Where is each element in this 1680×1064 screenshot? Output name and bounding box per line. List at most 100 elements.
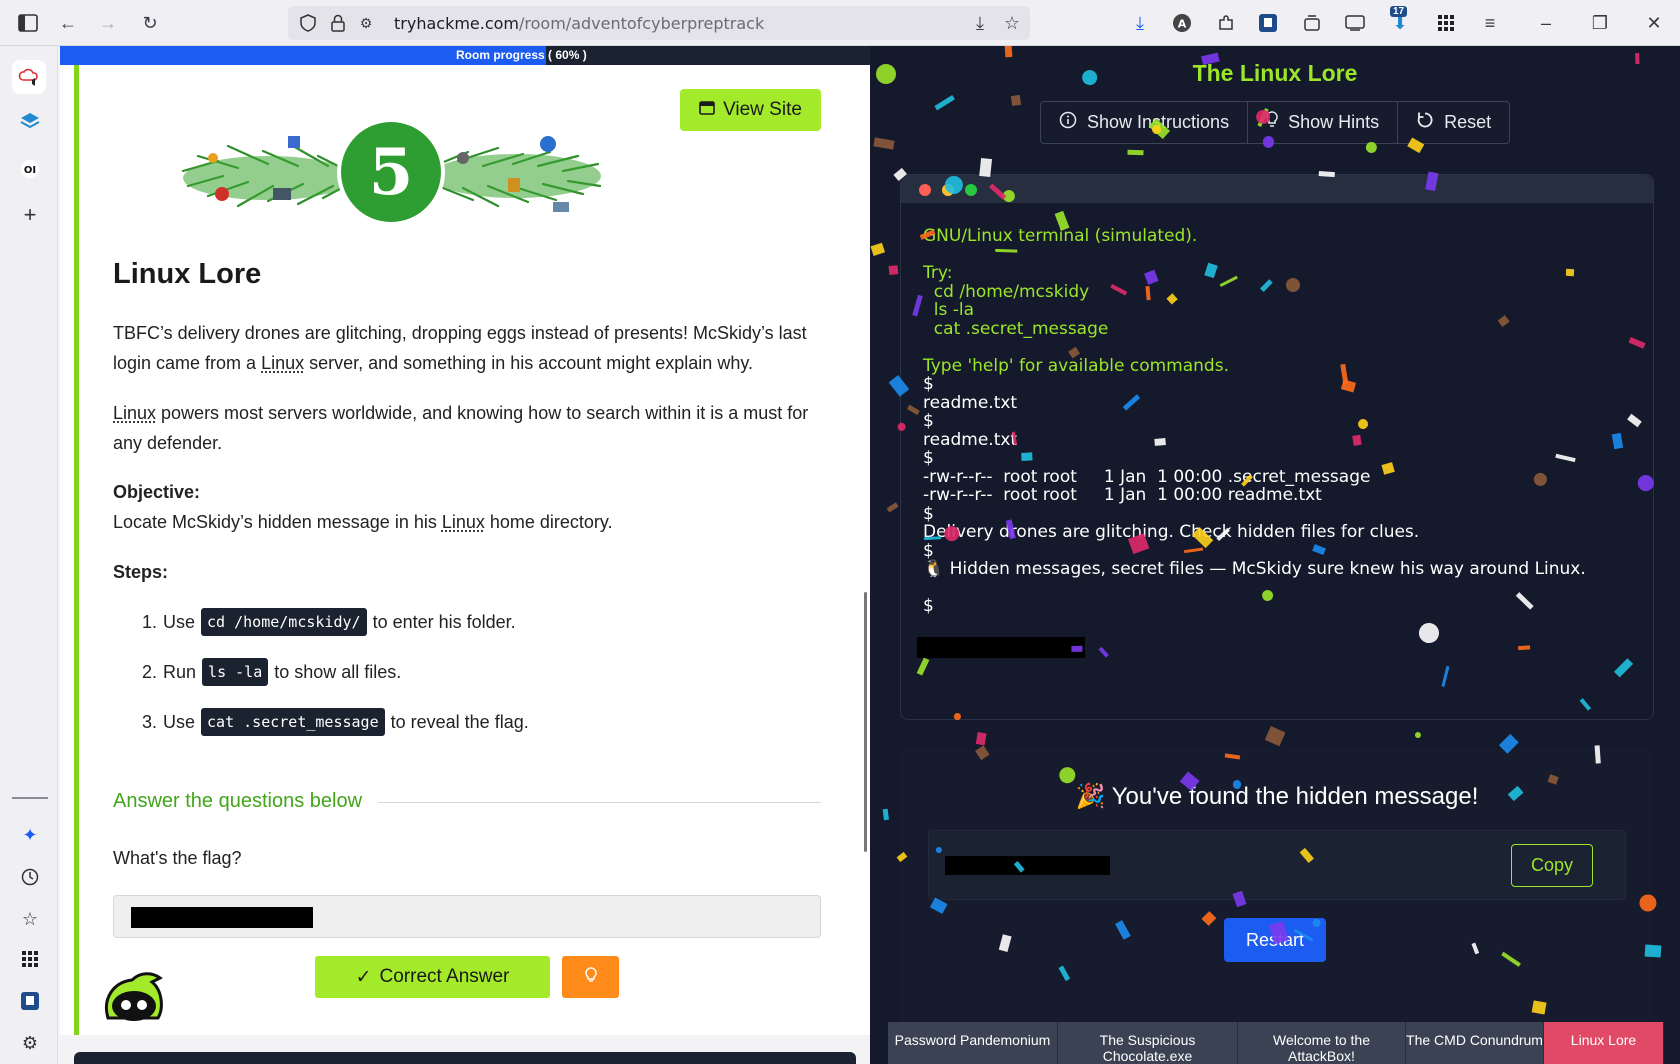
correct-answer-button[interactable]: ✓ Correct Answer [315, 956, 550, 998]
terminal-line: $ [923, 540, 934, 561]
linux-lore-site: The Linux Lore Show Instructions Show Hi… [870, 46, 1680, 1064]
task-tab[interactable]: Welcome to the AttackBox! [1238, 1022, 1406, 1064]
reload-icon[interactable]: ↻ [138, 11, 162, 35]
downloads-icon[interactable]: ⤓ [1128, 11, 1152, 35]
linux-term-link[interactable]: Linux [261, 353, 304, 373]
confetti-piece [1071, 645, 1083, 652]
confetti-piece [979, 157, 993, 177]
minimize-icon[interactable]: – [1534, 11, 1558, 35]
step-item: 1. Use cd /home/mcskidy/ to enter his fo… [142, 607, 516, 637]
copy-flag-button[interactable]: Copy [1511, 844, 1593, 887]
cloud-audio-icon[interactable] [12, 60, 46, 94]
lore-title: The Linux Lore [1192, 60, 1358, 86]
found-title: 🎉 You've found the hidden message! [1075, 783, 1479, 810]
view-site-label: View Site [723, 99, 802, 120]
lock-icon[interactable] [326, 11, 350, 35]
add-panel-icon[interactable]: + [17, 202, 43, 228]
settings-gear-icon[interactable]: ⚙ [17, 1030, 43, 1056]
extensions-icon[interactable] [1214, 11, 1238, 35]
openai-icon[interactable]: OI [17, 156, 43, 182]
hidden-message-card: 🎉 You've found the hidden message! Copy … [900, 750, 1654, 1040]
tryhackme-extension-icon[interactable] [1256, 11, 1280, 35]
confetti-piece [924, 535, 942, 541]
close-window-icon[interactable]: ✕ [1642, 11, 1666, 35]
show-hints-label: Show Hints [1288, 112, 1380, 132]
confetti-piece [1004, 46, 1013, 58]
forward-icon[interactable]: → [96, 11, 120, 35]
confetti-piece [1263, 136, 1275, 148]
task-accent-bar [74, 65, 79, 1035]
terminal-line: readme.txt [923, 429, 1018, 450]
browser-toolbar: ← → ↻ ⚙ tryhackme.com/room/adventofcyber… [0, 0, 1680, 46]
reset-button[interactable]: Reset [1398, 102, 1509, 143]
copilot-sparkle-icon[interactable]: ✦ [17, 822, 43, 848]
confetti-piece [1638, 893, 1657, 912]
apps-icon[interactable] [17, 946, 43, 972]
tryhackme-panel-icon[interactable] [17, 988, 43, 1014]
permissions-icon[interactable]: ⚙ [354, 11, 378, 35]
window-icon [699, 99, 715, 121]
task-tab[interactable]: Linux Lore [1544, 1022, 1664, 1064]
answer-section-heading: Answer the questions below [113, 790, 363, 812]
url-text: tryhackme.com/room/adventofcyberpreptrac… [394, 14, 765, 33]
answer-divider [378, 802, 821, 803]
question-text: What's the flag? [113, 848, 242, 868]
restore-icon[interactable]: ❐ [1588, 11, 1612, 35]
terminal-line: ls -la [923, 300, 975, 320]
terminal-close-dot [919, 184, 931, 196]
confetti-piece [888, 265, 899, 276]
apps-grid-icon[interactable] [1434, 11, 1458, 35]
linux-term-link[interactable]: Linux [113, 403, 156, 423]
bookmark-star-icon[interactable]: ☆ [1000, 11, 1024, 35]
checkmark-icon: ✓ [355, 966, 372, 988]
step-item: 2. Run ls -la to show all files. [142, 657, 401, 687]
objective-label: Objective: [113, 482, 201, 502]
history-icon[interactable] [17, 864, 43, 890]
favorites-star-icon[interactable]: ☆ [17, 906, 43, 932]
terminal-line: $ [923, 374, 934, 394]
terminal-line: 🐧 Hidden messages, secret files — McSkid… [923, 559, 1586, 579]
show-instructions-button[interactable]: Show Instructions [1041, 102, 1249, 143]
terminal-line: cat .secret_message [923, 318, 1109, 339]
linux-term-link[interactable]: Linux [442, 512, 485, 532]
notification-count-badge: 17 [1390, 6, 1408, 17]
sidebar-toggle-icon[interactable] [16, 11, 40, 35]
terminal-line: Delivery drones are glitching. Check hid… [923, 522, 1420, 542]
terminal-line: -rw-r--r-- root root 1 Jan 1 00:00 .secr… [923, 466, 1371, 487]
collections-icon[interactable] [1300, 11, 1324, 35]
task-tab[interactable]: Password Pandemonium [888, 1022, 1058, 1064]
hint-button[interactable] [562, 956, 619, 998]
flag-answer-input[interactable] [113, 895, 821, 938]
steps-label: Steps: [113, 562, 169, 582]
redacted-flag [945, 856, 1110, 875]
terminal-line: $ [923, 596, 934, 616]
terminal-maximize-dot [965, 184, 977, 196]
simulated-terminal[interactable]: GNU/Linux terminal (simulated). Try: cd /… [900, 174, 1654, 720]
next-task-strip [74, 1052, 856, 1064]
tab-view-icon[interactable] [1343, 11, 1367, 35]
browser-sidebar: OI + ✦ ☆ ⚙ [0, 46, 58, 1064]
task-tab[interactable]: The Suspicious Chocolate.exe [1058, 1022, 1238, 1064]
view-site-button[interactable]: View Site [680, 89, 821, 131]
linux-paragraph: Linux powers most servers worldwide, and… [113, 403, 809, 453]
banner-day-number: 5 [369, 135, 414, 210]
back-icon[interactable]: ← [56, 11, 80, 35]
terminal-line: Type 'help' for available commands. [923, 355, 1229, 376]
confetti-piece [1010, 93, 1022, 106]
step-code: cat .secret_message [201, 708, 385, 736]
task-tab[interactable]: The CMD Conundrum [1406, 1022, 1544, 1064]
left-panel-scrollbar[interactable] [864, 592, 867, 852]
reset-icon [1416, 111, 1434, 134]
confetti-piece [1127, 149, 1144, 156]
address-bar[interactable]: ⚙ tryhackme.com/room/adventofcyberpreptr… [288, 6, 1030, 40]
menu-icon[interactable]: ≡ [1478, 11, 1502, 35]
step-code: cd /home/mcskidy/ [201, 608, 367, 636]
account-icon[interactable]: A [1170, 11, 1194, 35]
lore-button-group: Show Instructions Show Hints Reset [1040, 101, 1511, 144]
save-page-icon[interactable]: ⤓ [968, 11, 992, 35]
confetti-piece [952, 711, 962, 721]
confetti-piece [886, 502, 899, 513]
shield-icon[interactable] [296, 11, 320, 35]
layers-icon[interactable] [17, 108, 43, 134]
